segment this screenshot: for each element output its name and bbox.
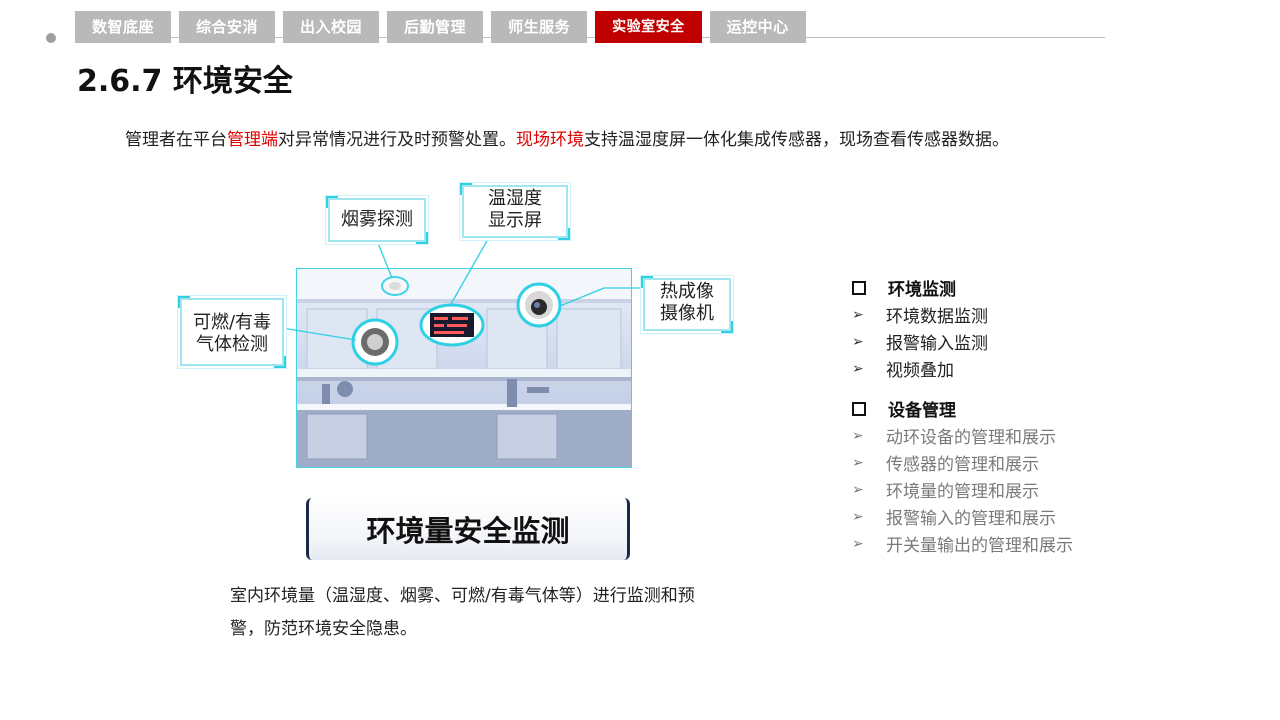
list-item: ➢ 报警输入监测: [850, 328, 1150, 355]
tab-logistics[interactable]: 后勤管理: [387, 11, 484, 43]
tab-control-center[interactable]: 运控中心: [709, 11, 806, 43]
list-item: ➢ 开关量输出的管理和展示: [850, 530, 1150, 557]
lab-scene-image: [296, 268, 632, 468]
monitoring-description: 室内环境量（温湿度、烟雾、可燃/有毒气体等）进行监测和预警，防范环境安全隐患。: [230, 586, 695, 639]
list-item: ➢ 环境数据监测: [850, 301, 1150, 328]
list-item: ➢ 环境量的管理和展示: [850, 476, 1150, 503]
callout-display-line2: 显示屏: [488, 210, 542, 231]
intro-text-2: 对异常情况进行及时预警处置。: [278, 130, 516, 150]
list-item-label: 视频叠加: [886, 361, 954, 381]
intro-paragraph: 管理者在平台管理端对异常情况进行及时预警处置。现场环境支持温湿度屏一体化集成传感…: [125, 125, 1009, 150]
arrow-bullet-icon: ➢: [852, 508, 864, 525]
list-item-label: 环境数据监测: [886, 307, 988, 327]
tab-campus-access[interactable]: 出入校园: [283, 11, 380, 43]
callout-temp-humidity-display: 温湿度 显示屏: [460, 183, 570, 240]
intro-text-3: 支持温湿度屏一体化集成传感器，现场查看传感器数据。: [584, 130, 1009, 150]
section-bullet-dot: [46, 33, 56, 43]
callout-smoke-detection: 烟雾探测: [326, 196, 428, 244]
tab-data-foundation[interactable]: 数智底座: [75, 11, 172, 43]
feature-group-header: 设备管理: [850, 395, 1150, 422]
list-item: ➢ 动环设备的管理和展示: [850, 422, 1150, 449]
intro-highlight-site: 现场环境: [516, 130, 584, 150]
callout-thermal-camera: 热成像 摄像机: [641, 276, 733, 333]
callout-gas-detection: 可燃/有毒 气体检测: [178, 296, 286, 368]
list-item-label: 开关量输出的管理和展示: [886, 536, 1073, 556]
list-item-label: 环境量的管理和展示: [886, 482, 1039, 502]
arrow-bullet-icon: ➢: [852, 306, 864, 323]
callout-smoke-label: 烟雾探测: [341, 209, 413, 230]
arrow-bullet-icon: ➢: [852, 427, 864, 444]
monitoring-banner: 环境量安全监测: [306, 498, 630, 560]
list-item-label: 传感器的管理和展示: [886, 455, 1039, 475]
list-item: ➢ 视频叠加: [850, 355, 1150, 382]
tab-lab-safety[interactable]: 实验室安全: [595, 11, 702, 43]
intro-text-1: 管理者在平台: [125, 130, 227, 150]
arrow-bullet-icon: ➢: [852, 360, 864, 377]
list-item-label: 报警输入监测: [886, 334, 988, 354]
tab-security[interactable]: 综合安消: [179, 11, 276, 43]
feature-list: 环境监测 ➢ 环境数据监测 ➢ 报警输入监测 ➢ 视频叠加 设备管理 ➢ 动环设备的管理…: [850, 274, 1150, 557]
list-item: ➢ 报警输入的管理和展示: [850, 503, 1150, 530]
callout-gas-line2: 气体检测: [196, 334, 268, 355]
arrow-bullet-icon: ➢: [852, 454, 864, 471]
arrow-bullet-icon: ➢: [852, 535, 864, 552]
square-bullet-icon: [852, 401, 866, 416]
intro-highlight-admin: 管理端: [227, 130, 278, 150]
feature-group-device-management: 设备管理 ➢ 动环设备的管理和展示 ➢ 传感器的管理和展示 ➢ 环境量的管理和展示 ➢…: [850, 395, 1150, 557]
feature-group-environment: 环境监测 ➢ 环境数据监测 ➢ 报警输入监测 ➢ 视频叠加: [850, 274, 1150, 382]
feature-group-title: 设备管理: [888, 401, 956, 421]
list-item-label: 动环设备的管理和展示: [886, 428, 1056, 448]
feature-group-title: 环境监测: [888, 280, 956, 300]
callout-display-line1: 温湿度: [488, 188, 542, 209]
feature-group-header: 环境监测: [850, 274, 1150, 301]
list-item: ➢ 传感器的管理和展示: [850, 449, 1150, 476]
arrow-bullet-icon: ➢: [852, 333, 864, 350]
callout-gas-line1: 可燃/有毒: [192, 312, 272, 333]
square-bullet-icon: [852, 280, 866, 295]
page-title: 2.6.7 环境安全: [77, 64, 293, 99]
callout-thermal-line2: 摄像机: [660, 303, 714, 324]
arrow-bullet-icon: ➢: [852, 481, 864, 498]
tab-services[interactable]: 师生服务: [491, 11, 588, 43]
callout-thermal-line1: 热成像: [660, 281, 714, 302]
list-item-label: 报警输入的管理和展示: [886, 509, 1056, 529]
top-nav-tabs: 数智底座 综合安消 出入校园 后勤管理 师生服务 实验室安全 运控中心: [75, 11, 806, 43]
